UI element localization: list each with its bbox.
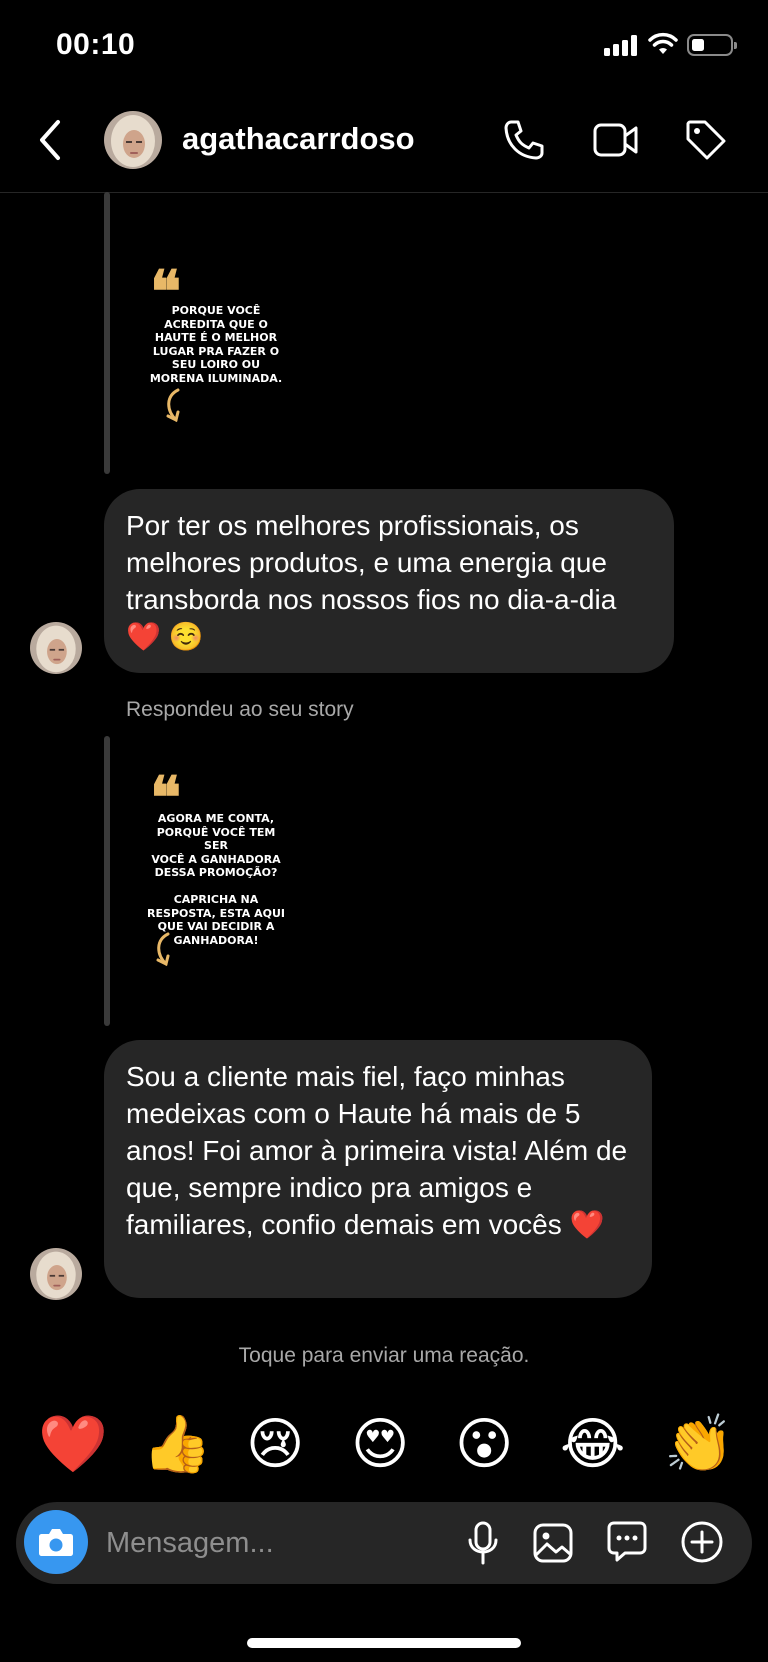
back-arrow-icon[interactable] [36, 118, 66, 162]
reaction-thumbs-up[interactable]: 👍 [142, 1410, 212, 1480]
camera-button[interactable] [24, 1510, 88, 1574]
sticker-chat-icon[interactable] [606, 1520, 648, 1564]
battery-icon [687, 34, 737, 56]
microphone-icon[interactable] [464, 1520, 502, 1566]
reaction-heart-eyes[interactable]: 😍 [351, 1410, 409, 1480]
chat-username[interactable]: agathacarrdoso [182, 121, 415, 157]
header-avatar[interactable] [104, 111, 162, 169]
reaction-laughing[interactable]: 😂 [560, 1410, 625, 1480]
reaction-heart[interactable]: ❤️ [38, 1410, 108, 1480]
story-reply-line [104, 192, 110, 474]
camera-icon [39, 1529, 73, 1556]
message-input[interactable] [104, 1518, 438, 1568]
story-text: PORQUE VOCÊ ACREDITA QUE O HAUTE É O MEL… [149, 304, 283, 385]
status-time: 00:10 [56, 28, 136, 61]
story-reply-line [104, 736, 110, 1026]
wifi-icon [648, 32, 678, 54]
phone-call-icon[interactable] [502, 118, 546, 162]
message-bubble[interactable]: Sou a cliente mais fiel, faço minhas med… [104, 1040, 652, 1298]
curved-arrow-icon [156, 932, 170, 967]
reaction-hint: Toque para enviar uma reação. [238, 1344, 530, 1367]
sender-avatar[interactable] [30, 1248, 82, 1300]
story-text: AGORA ME CONTA, PORQUÊ VOCÊ TEM SER VOCÊ… [147, 812, 285, 947]
replied-to-story-label: Respondeu ao seu story [126, 698, 354, 721]
story-preview[interactable]: ❝ AGORA ME CONTA, PORQUÊ VOCÊ TEM SER VO… [146, 769, 296, 970]
add-circle-icon[interactable] [680, 1520, 724, 1564]
gallery-icon[interactable] [532, 1522, 574, 1564]
sender-avatar[interactable] [30, 622, 82, 674]
home-indicator[interactable] [247, 1638, 521, 1648]
message-bubble[interactable]: Por ter os melhores profissionais, os me… [104, 489, 674, 673]
reaction-clapping[interactable]: 👏 [664, 1410, 734, 1480]
reaction-crying[interactable]: 😢 [246, 1410, 304, 1480]
video-call-icon[interactable] [592, 122, 640, 158]
tag-icon[interactable] [684, 118, 728, 162]
story-preview[interactable]: ❝ PORQUE VOCÊ ACREDITA QUE O HAUTE É O M… [146, 263, 296, 434]
curved-arrow-icon [166, 388, 180, 423]
cellular-signal-icon [604, 34, 638, 56]
reaction-surprised[interactable]: 😮 [455, 1410, 513, 1480]
